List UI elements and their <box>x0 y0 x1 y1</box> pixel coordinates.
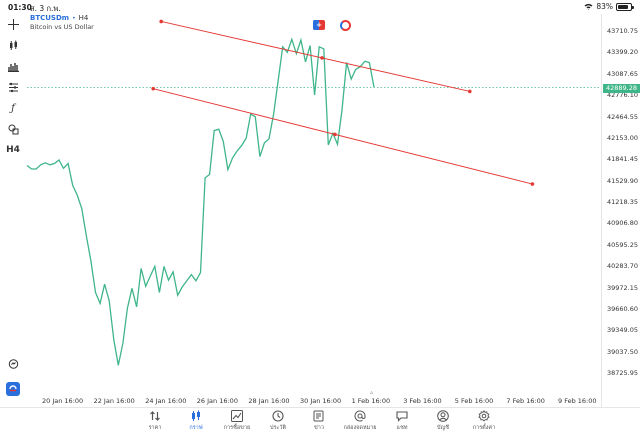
candlestick-icon <box>190 410 202 422</box>
trendline-anchor-start-2 <box>151 86 155 91</box>
price-tick-label: 42153.00 <box>607 133 639 142</box>
price-tick-label: 39660.60 <box>607 304 639 313</box>
time-tick-label: 3 Feb 16:00 <box>403 397 442 405</box>
tab-gear[interactable]: การตั้งค่า <box>464 408 504 447</box>
time-tick-label: 9 Feb 16:00 <box>558 397 597 405</box>
time-tick-label: 7 Feb 16:00 <box>506 397 545 405</box>
account-icon <box>437 410 449 422</box>
current-price-badge: 42889.28 <box>603 84 640 93</box>
price-tick-label: 39037.50 <box>607 347 639 356</box>
tab-chat[interactable]: แชท <box>382 408 422 447</box>
bottom-tab-bar: ราคา กราฟ การซื้อขาย ประวัติ ข่าว กล่องจดหมาย… <box>0 407 640 447</box>
time-tick-label: 26 Jan 16:00 <box>196 397 238 405</box>
time-tick-label: 22 Jan 16:00 <box>93 397 135 405</box>
time-axis-marker-icon: ▵ <box>370 389 374 396</box>
price-tick-label: 41218.35 <box>607 198 639 206</box>
tab-history[interactable]: ประวัติ <box>258 408 298 447</box>
tab-news[interactable]: ข่าว <box>299 408 339 447</box>
time-tick-label: 1 Feb 16:00 <box>351 397 391 405</box>
price-tick-label: 39349.05 <box>607 326 639 335</box>
price-tick-label: 43399.20 <box>607 48 639 57</box>
price-tick-label: 40595.25 <box>607 240 639 249</box>
tab-candlestick[interactable]: กราฟ <box>176 408 216 447</box>
trendline-anchor-end-1 <box>468 89 472 94</box>
tab-sort-arrows[interactable]: ราคา <box>135 408 175 447</box>
tab-label: ราคา <box>148 425 162 431</box>
price-tick-label: 40283.70 <box>607 262 639 271</box>
trendline-anchor-start-1 <box>159 19 163 24</box>
tab-label: ข่าว <box>314 425 324 431</box>
price-tick-label: 41529.90 <box>607 176 639 185</box>
time-tick-label: 20 Jan 16:00 <box>42 397 84 405</box>
time-tick-label: 28 Jan 16:00 <box>248 397 290 405</box>
at-icon <box>354 410 366 422</box>
price-tick-label: 43087.65 <box>607 69 639 78</box>
price-tick-label: 39972.15 <box>607 283 639 292</box>
tab-label: การซื้อขาย <box>223 425 251 431</box>
tab-label: การตั้งค่า <box>472 425 496 431</box>
trendline-anchor-end-2 <box>530 182 535 186</box>
chat-icon <box>396 410 408 422</box>
tab-account[interactable]: บัญชี <box>423 408 463 447</box>
time-tick-label: 24 Jan 16:00 <box>145 397 187 405</box>
tab-trend-chart[interactable]: การซื้อขาย <box>217 408 257 447</box>
price-chart[interactable] <box>0 0 640 447</box>
time-tick-label: 5 Feb 16:00 <box>454 397 494 405</box>
history-icon <box>272 410 284 422</box>
tab-at[interactable]: กล่องจดหมาย <box>340 408 380 447</box>
gear-icon <box>478 410 490 422</box>
trendline-anchor-mid-2 <box>333 132 337 137</box>
tab-label: แชท <box>396 425 408 431</box>
tab-label: บัญชี <box>437 425 449 431</box>
trendline-anchor-mid-1 <box>320 56 324 60</box>
price-tick-label: 43710.75 <box>607 27 639 35</box>
trend-chart-icon <box>231 410 243 422</box>
tab-label: ประวัติ <box>269 425 287 431</box>
time-tick-label: 30 Jan 16:00 <box>300 397 342 405</box>
price-tick-label: 38725.95 <box>607 369 639 377</box>
tab-label: กล่องจดหมาย <box>343 425 377 431</box>
news-icon <box>313 410 325 422</box>
price-series-line <box>26 37 375 366</box>
sort-arrows-icon <box>149 410 161 422</box>
tab-label: กราฟ <box>189 425 203 431</box>
price-tick-label: 42464.55 <box>607 112 639 121</box>
price-tick-label: 40906.80 <box>607 219 639 228</box>
price-tick-label: 41841.45 <box>607 155 639 164</box>
